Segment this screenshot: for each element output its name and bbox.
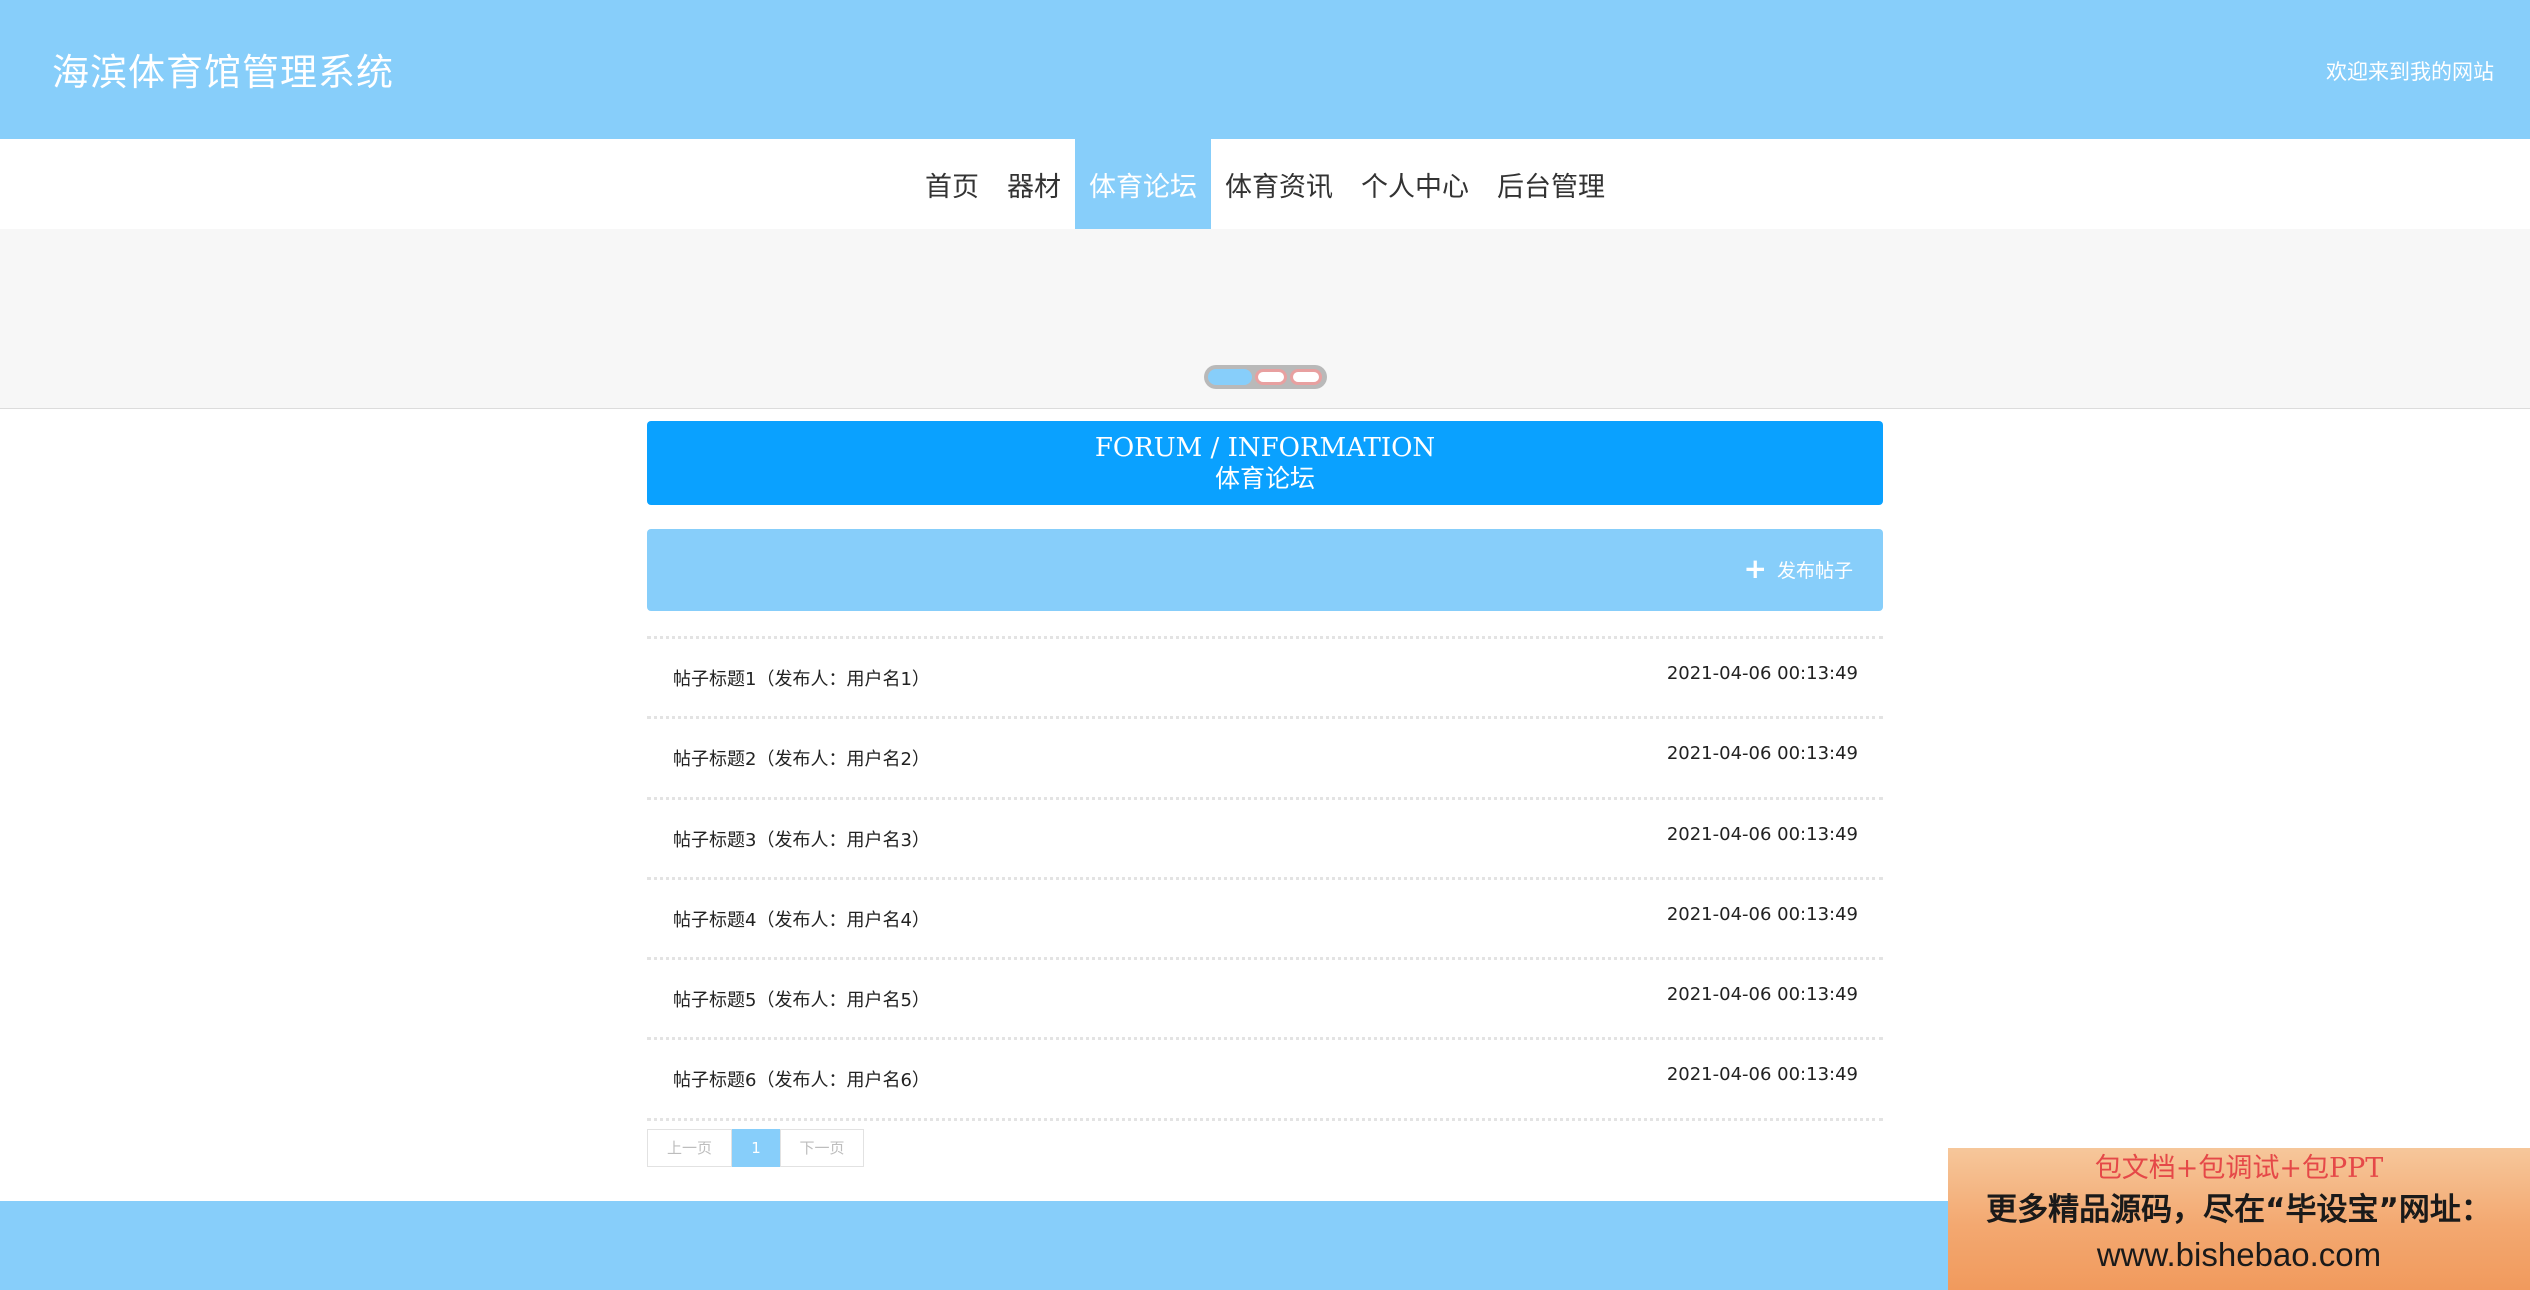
post-title[interactable]: 帖子标题1（发布人：用户名1）: [673, 665, 930, 691]
post-time: 2021-04-06 00:13:49: [1666, 984, 1858, 1006]
forum-title-bar: FORUM / INFORMATION 体育论坛: [647, 421, 1883, 505]
post-time: 2021-04-06 00:13:49: [1666, 823, 1858, 845]
post-title[interactable]: 帖子标题5（发布人：用户名5）: [673, 986, 930, 1012]
post-row[interactable]: 帖子标题5（发布人：用户名5） 2021-04-06 00:13:49: [647, 960, 1883, 1041]
promo-watermark[interactable]: 包文档+包调试+包PPT 更多精品源码，尽在“毕设宝”网址： www.bishe…: [1948, 1148, 2530, 1290]
site-header: 海滨体育馆管理系统 欢迎来到我的网站: [0, 0, 2530, 139]
nav-item-profile[interactable]: 个人中心: [1347, 139, 1483, 229]
forum-action-bar: + 发布帖子: [647, 529, 1883, 611]
prev-page-button[interactable]: 上一页: [647, 1129, 732, 1167]
forum-title-en: FORUM / INFORMATION: [1094, 433, 1436, 463]
nav-item-equipment[interactable]: 器材: [993, 139, 1075, 229]
carousel-dot-1[interactable]: [1208, 369, 1252, 385]
publish-post-label: 发布帖子: [1776, 559, 1853, 582]
site-title[interactable]: 海滨体育馆管理系统: [52, 42, 394, 96]
post-title[interactable]: 帖子标题2（发布人：用户名2）: [673, 745, 930, 771]
post-row[interactable]: 帖子标题2（发布人：用户名2） 2021-04-06 00:13:49: [647, 719, 1883, 800]
post-time: 2021-04-06 00:13:49: [1666, 903, 1858, 925]
next-page-button[interactable]: 下一页: [780, 1129, 864, 1167]
post-list: 帖子标题1（发布人：用户名1） 2021-04-06 00:13:49 帖子标题…: [647, 636, 1883, 1121]
nav-item-home[interactable]: 首页: [911, 139, 993, 229]
post-row[interactable]: 帖子标题6（发布人：用户名6） 2021-04-06 00:13:49: [647, 1040, 1883, 1121]
post-title[interactable]: 帖子标题3（发布人：用户名3）: [673, 826, 930, 852]
post-row[interactable]: 帖子标题3（发布人：用户名3） 2021-04-06 00:13:49: [647, 800, 1883, 880]
page-number-button[interactable]: 1: [732, 1129, 780, 1167]
promo-url: www.bishebao.com: [2096, 1236, 2382, 1273]
promo-line-1: 包文档+包调试+包PPT: [2094, 1153, 2384, 1184]
post-row[interactable]: 帖子标题1（发布人：用户名1） 2021-04-06 00:13:49: [647, 639, 1883, 720]
publish-post-button[interactable]: + 发布帖子: [1744, 555, 1853, 583]
carousel-dot-3[interactable]: [1290, 369, 1322, 385]
forum-title-cn: 体育论坛: [1214, 464, 1315, 493]
nav-item-news[interactable]: 体育资讯: [1211, 139, 1347, 229]
plus-icon: +: [1743, 552, 1767, 585]
carousel-indicators: [1204, 365, 1327, 389]
post-time: 2021-04-06 00:13:49: [1666, 663, 1858, 684]
pagination: 上一页 1 下一页: [647, 1129, 864, 1167]
welcome-text: 欢迎来到我的网站: [2326, 60, 2494, 84]
nav-item-admin[interactable]: 后台管理: [1483, 139, 1619, 229]
post-time: 2021-04-06 00:13:49: [1666, 1064, 1858, 1086]
promo-line-2: 更多精品源码，尽在“毕设宝”网址：: [1986, 1192, 2492, 1228]
post-time: 2021-04-06 00:13:49: [1666, 743, 1858, 765]
carousel-dot-2[interactable]: [1255, 369, 1287, 385]
post-title[interactable]: 帖子标题4（发布人：用户名4）: [673, 906, 930, 932]
main-nav: 首页 器材 体育论坛 体育资讯 个人中心 后台管理: [0, 139, 2530, 229]
nav-item-forum[interactable]: 体育论坛: [1075, 139, 1211, 229]
post-title[interactable]: 帖子标题6（发布人：用户名6）: [673, 1066, 930, 1092]
post-row[interactable]: 帖子标题4（发布人：用户名4） 2021-04-06 00:13:49: [647, 880, 1883, 961]
